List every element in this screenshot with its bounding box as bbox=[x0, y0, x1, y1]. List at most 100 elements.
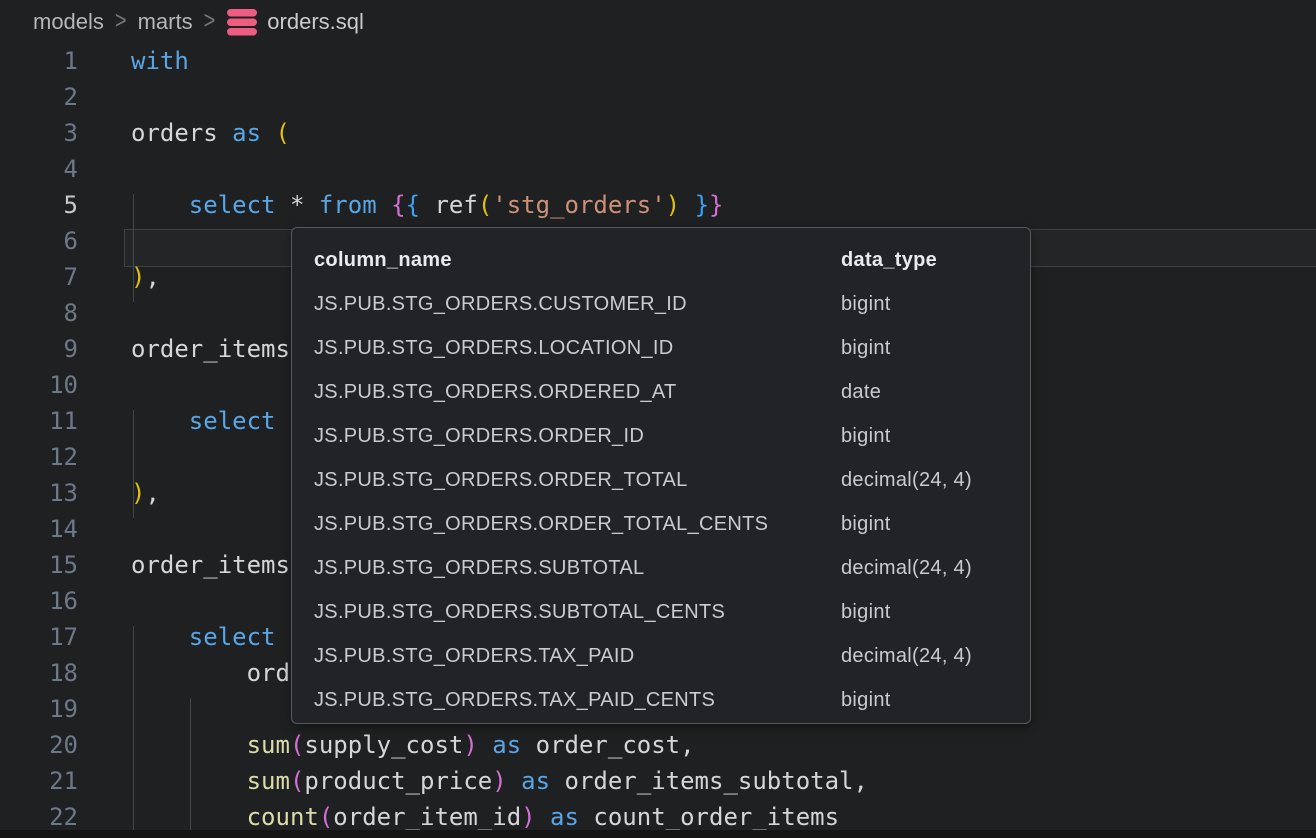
code-token: 'stg_orders' bbox=[492, 191, 665, 219]
code-token bbox=[507, 767, 521, 795]
data-type-cell: bigint bbox=[841, 293, 891, 316]
code-token: ) bbox=[521, 803, 535, 831]
editor-window: models > marts > orders.sql 1with23order… bbox=[0, 0, 1316, 838]
code-text: sum(product_price) as order_items_subtot… bbox=[131, 763, 868, 799]
code-token: count_order_items bbox=[579, 803, 839, 831]
line-number: 11 bbox=[0, 403, 78, 439]
code-token: select bbox=[189, 407, 276, 435]
code-token: as bbox=[232, 119, 261, 147]
code-token bbox=[536, 803, 550, 831]
code-line[interactable]: 1with bbox=[0, 43, 1316, 79]
code-token: count bbox=[247, 803, 319, 831]
data-type-cell: bigint bbox=[841, 513, 891, 536]
code-token: from bbox=[319, 191, 377, 219]
code-text: orders as ( bbox=[131, 115, 290, 151]
code-token bbox=[131, 191, 189, 219]
code-token: ( bbox=[276, 119, 290, 147]
data-type-cell: bigint bbox=[841, 689, 891, 712]
line-number: 10 bbox=[0, 367, 78, 403]
hover-table-row: JS.PUB.STG_ORDERS.TAX_PAID_CENTSbigint bbox=[292, 678, 1030, 722]
line-number: 8 bbox=[0, 295, 78, 331]
code-token bbox=[131, 623, 189, 651]
line-number: 19 bbox=[0, 691, 78, 727]
hover-table-row: JS.PUB.STG_ORDERS.SUBTOTALdecimal(24, 4) bbox=[292, 546, 1030, 590]
data-type-cell: date bbox=[841, 381, 881, 404]
code-token bbox=[377, 191, 391, 219]
code-text: select * from {{ ref('stg_orders') }} bbox=[131, 187, 723, 223]
code-token: order_cost, bbox=[521, 731, 694, 759]
line-number: 5 bbox=[0, 187, 78, 223]
code-text: ), bbox=[131, 259, 160, 295]
data-type-cell: bigint bbox=[841, 337, 891, 360]
hover-table-row: JS.PUB.STG_ORDERS.SUBTOTAL_CENTSbigint bbox=[292, 590, 1030, 634]
data-type-header: data_type bbox=[841, 249, 937, 272]
code-token bbox=[131, 731, 247, 759]
hover-table-row: JS.PUB.STG_ORDERS.ORDER_IDbigint bbox=[292, 414, 1030, 458]
breadcrumb-item-marts[interactable]: marts bbox=[138, 9, 193, 35]
code-token: order_items bbox=[131, 551, 290, 579]
hover-table-header: column_name data_type bbox=[292, 238, 1030, 282]
file-name: orders.sql bbox=[267, 9, 364, 35]
code-token: as bbox=[492, 731, 521, 759]
code-token bbox=[131, 407, 189, 435]
code-token: orders bbox=[131, 119, 232, 147]
line-number: 16 bbox=[0, 583, 78, 619]
column-name-cell: JS.PUB.STG_ORDERS.ORDER_ID bbox=[314, 425, 841, 448]
breadcrumb: models > marts > orders.sql bbox=[0, 0, 1316, 43]
column-name-cell: JS.PUB.STG_ORDERS.TAX_PAID_CENTS bbox=[314, 689, 841, 712]
code-token: , bbox=[145, 263, 159, 291]
hover-table-row: JS.PUB.STG_ORDERS.ORDERED_ATdate bbox=[292, 370, 1030, 414]
code-line[interactable]: 21 sum(product_price) as order_items_sub… bbox=[0, 763, 1316, 799]
line-number: 21 bbox=[0, 763, 78, 799]
data-type-cell: decimal(24, 4) bbox=[841, 557, 972, 580]
line-number: 17 bbox=[0, 619, 78, 655]
code-token: { bbox=[391, 191, 405, 219]
column-name-cell: JS.PUB.STG_ORDERS.SUBTOTAL bbox=[314, 557, 841, 580]
data-type-cell: decimal(24, 4) bbox=[841, 469, 972, 492]
line-number: 7 bbox=[0, 259, 78, 295]
code-token: ) bbox=[131, 479, 145, 507]
line-number: 9 bbox=[0, 331, 78, 367]
line-number: 6 bbox=[0, 223, 78, 259]
code-token bbox=[131, 767, 247, 795]
code-text: order_items bbox=[131, 331, 290, 367]
code-line[interactable]: 2 bbox=[0, 79, 1316, 115]
column-name-cell: JS.PUB.STG_ORDERS.ORDER_TOTAL_CENTS bbox=[314, 513, 841, 536]
code-token bbox=[131, 803, 247, 831]
code-line[interactable]: 5 select * from {{ ref('stg_orders') }} bbox=[0, 187, 1316, 223]
chevron-right-icon: > bbox=[115, 7, 127, 36]
code-text: sum(supply_cost) as order_cost, bbox=[131, 727, 695, 763]
code-token: { bbox=[406, 191, 420, 219]
line-number: 14 bbox=[0, 511, 78, 547]
line-number: 2 bbox=[0, 79, 78, 115]
code-text: select bbox=[131, 403, 276, 439]
code-token: ) bbox=[666, 191, 680, 219]
hover-popup: column_name data_type JS.PUB.STG_ORDERS.… bbox=[291, 227, 1031, 724]
data-type-cell: bigint bbox=[841, 601, 891, 624]
code-token: ) bbox=[492, 767, 506, 795]
database-icon bbox=[226, 9, 258, 36]
code-token: with bbox=[131, 47, 189, 75]
code-token: as bbox=[550, 803, 579, 831]
code-token: ord bbox=[131, 659, 290, 687]
column-name-cell: JS.PUB.STG_ORDERS.SUBTOTAL_CENTS bbox=[314, 601, 841, 624]
code-token: ( bbox=[290, 731, 304, 759]
hover-table-body: JS.PUB.STG_ORDERS.CUSTOMER_IDbigint JS.PU… bbox=[292, 282, 1030, 722]
code-token: select bbox=[189, 191, 276, 219]
code-token: , bbox=[145, 479, 159, 507]
line-number: 4 bbox=[0, 151, 78, 187]
code-token: * bbox=[276, 191, 319, 219]
breadcrumb-item-file[interactable]: orders.sql bbox=[226, 7, 364, 36]
code-text: ord bbox=[131, 655, 290, 691]
hover-table-row: JS.PUB.STG_ORDERS.CUSTOMER_IDbigint bbox=[292, 282, 1030, 326]
code-token: product_price bbox=[304, 767, 492, 795]
code-line[interactable]: 4 bbox=[0, 151, 1316, 187]
code-token: as bbox=[521, 767, 550, 795]
code-line[interactable]: 20 sum(supply_cost) as order_cost, bbox=[0, 727, 1316, 763]
line-number: 13 bbox=[0, 475, 78, 511]
code-line[interactable]: 3orders as ( bbox=[0, 115, 1316, 151]
code-token: ) bbox=[463, 731, 477, 759]
code-text: select bbox=[131, 619, 276, 655]
breadcrumb-item-models[interactable]: models bbox=[33, 9, 104, 35]
column-name-cell: JS.PUB.STG_ORDERS.LOCATION_ID bbox=[314, 337, 841, 360]
